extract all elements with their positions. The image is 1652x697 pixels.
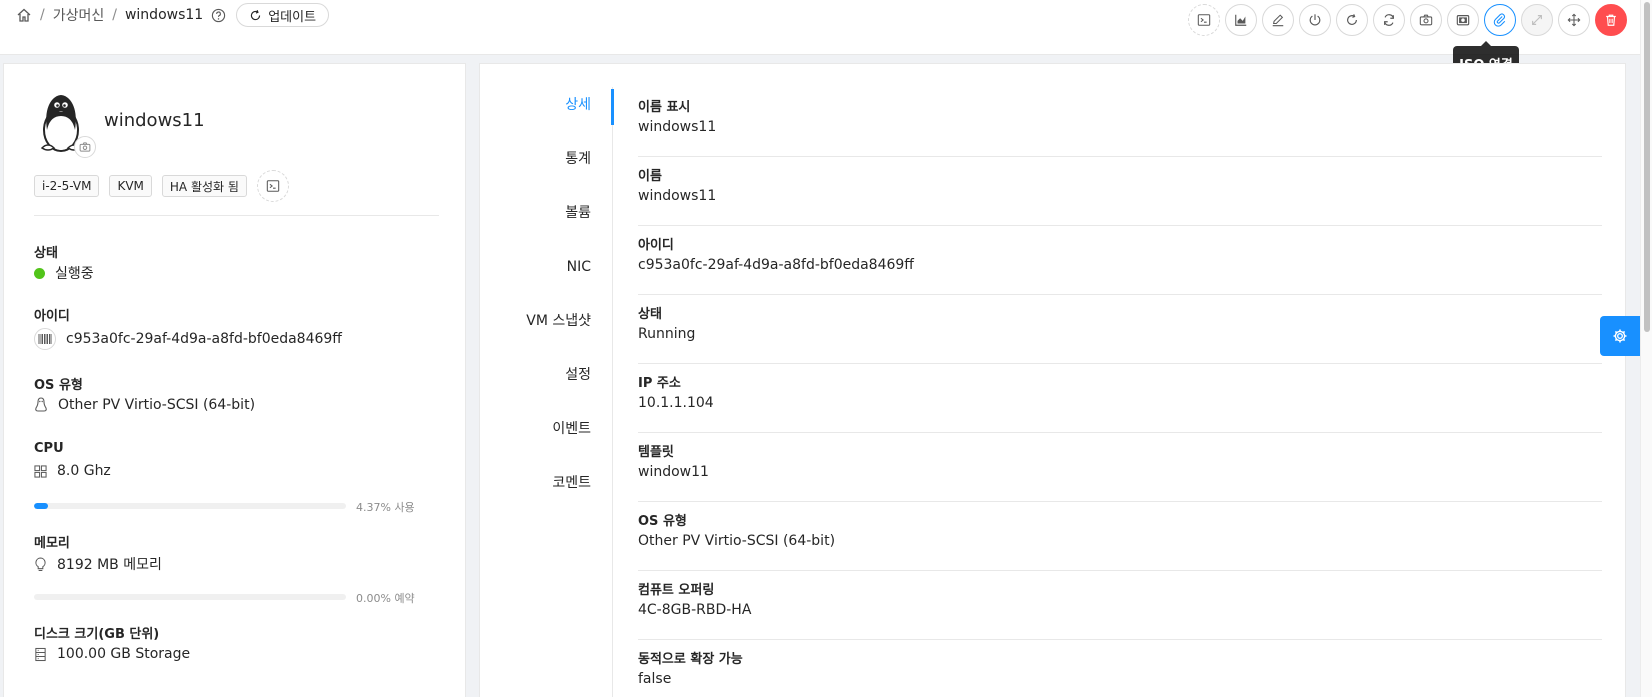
tab-events[interactable]: 이벤트 <box>480 411 613 465</box>
backup-icon[interactable] <box>1447 4 1479 36</box>
snapshot-icon[interactable] <box>1410 4 1442 36</box>
detail-tabs: 상세 통계 볼륨 NIC VM 스냅샷 설정 이벤트 코멘트 <box>480 87 613 519</box>
cpu-usage-fill <box>34 503 48 509</box>
scrollbar-thumb[interactable] <box>1644 2 1650 332</box>
edit-icon[interactable] <box>1262 4 1294 36</box>
database-icon <box>35 647 46 661</box>
scale-icon[interactable] <box>1521 4 1553 36</box>
status-label: 상태 <box>34 246 58 261</box>
tab-volumes[interactable]: 볼륨 <box>480 195 613 249</box>
divider <box>34 215 439 216</box>
breadcrumb-section[interactable]: 가상머신 <box>53 5 105 25</box>
breadcrumb: / 가상머신 / windows11 업데이트 <box>16 3 330 27</box>
memory-usage-progress <box>34 594 346 600</box>
detail-row: 이름 windows11 <box>638 157 1602 226</box>
tag-ha: HA 활성화 됨 <box>161 175 247 197</box>
tab-divider <box>612 87 613 697</box>
reload-icon <box>251 9 261 20</box>
details-list: 이름 표시 windows11 이름 windows11 아이디 c953a0fc-2… <box>638 88 1602 697</box>
home-icon[interactable] <box>16 7 32 23</box>
os-label: OS 유형 <box>34 378 83 393</box>
vm-tags: i-2-5-VM KVM HA 활성화 됨 <box>34 170 289 202</box>
refresh-button[interactable]: 업데이트 <box>236 3 330 27</box>
tag-instance: i-2-5-VM <box>34 175 100 197</box>
cpu-label: CPU <box>34 441 64 456</box>
active-tab-indicator <box>611 89 614 125</box>
tab-comments[interactable]: 코멘트 <box>480 465 613 519</box>
tag-hypervisor: KVM <box>109 175 152 197</box>
id-value: c953a0fc-29af-4d9a-a8fd-bf0eda8469ff <box>34 328 342 350</box>
gear-icon <box>1613 329 1627 343</box>
tab-stats[interactable]: 통계 <box>480 141 613 195</box>
page-header: / 가상머신 / windows11 업데이트 <box>0 0 1640 55</box>
reboot-icon[interactable] <box>1336 4 1368 36</box>
os-value: Other PV Virtio-SCSI (64-bit) <box>34 397 255 413</box>
detail-row: 컴퓨트 오퍼링 4C-8GB-RBD-HA <box>638 571 1602 640</box>
console-icon[interactable] <box>1188 4 1220 36</box>
detail-row: 상태 Running <box>638 295 1602 364</box>
disk-size-label: 디스크 크기(GB 단위) <box>34 627 160 642</box>
detail-row: 아이디 c953a0fc-29af-4d9a-a8fd-bf0eda8469ff <box>638 226 1602 295</box>
memory-usage-text: 0.00% 예약 <box>356 592 415 605</box>
detail-row: OS 유형 Other PV Virtio-SCSI (64-bit) <box>638 502 1602 571</box>
cpu-usage-progress <box>34 503 346 509</box>
console-icon <box>266 180 280 192</box>
disk-size-value: 100.00 GB Storage <box>34 646 190 662</box>
bulb-icon <box>35 556 46 571</box>
change-icon-camera-icon[interactable] <box>74 136 96 158</box>
cpu-value: 8.0 Ghz <box>34 463 111 479</box>
appstore-icon <box>34 464 47 478</box>
power-icon[interactable] <box>1299 4 1331 36</box>
metrics-icon[interactable] <box>1225 4 1257 36</box>
vm-summary-card: windows11 i-2-5-VM KVM HA 활성화 됨 상태 실행중 아… <box>3 63 466 697</box>
vm-details-card: 상세 통계 볼륨 NIC VM 스냅샷 설정 이벤트 코멘트 이름 표시 wind… <box>479 63 1626 697</box>
running-status-dot <box>34 267 45 279</box>
vm-name: windows11 <box>104 110 205 131</box>
detail-row: 이름 표시 windows11 <box>638 88 1602 157</box>
delete-icon[interactable] <box>1595 4 1627 36</box>
settings-drawer-button[interactable] <box>1600 316 1640 356</box>
breadcrumb-current: windows11 <box>124 7 204 23</box>
tab-details[interactable]: 상세 <box>480 87 613 141</box>
page-scrollbar[interactable] <box>1640 0 1652 697</box>
cpu-usage-text: 4.37% 사용 <box>356 501 415 514</box>
attach-iso-icon[interactable] <box>1484 4 1516 36</box>
question-circle-icon[interactable] <box>211 8 226 23</box>
detail-row: 동적으로 확장 가능 false <box>638 640 1602 697</box>
action-toolbar <box>1188 4 1627 36</box>
migrate-icon[interactable] <box>1558 4 1590 36</box>
tab-vm-snapshots[interactable]: VM 스냅샷 <box>480 303 613 357</box>
console-button[interactable] <box>256 170 289 202</box>
memory-value: 8192 MB 메모리 <box>34 554 162 574</box>
reinstall-icon[interactable] <box>1373 4 1405 36</box>
barcode-icon[interactable] <box>34 328 56 350</box>
tab-nics[interactable]: NIC <box>480 249 613 303</box>
id-label: 아이디 <box>34 309 70 324</box>
linux-icon <box>35 397 47 412</box>
memory-label: 메모리 <box>34 536 70 551</box>
status-value: 실행중 <box>34 263 94 283</box>
detail-row: 템플릿 window11 <box>638 433 1602 502</box>
tab-settings[interactable]: 설정 <box>480 357 613 411</box>
detail-row: IP 주소 10.1.1.104 <box>638 364 1602 433</box>
